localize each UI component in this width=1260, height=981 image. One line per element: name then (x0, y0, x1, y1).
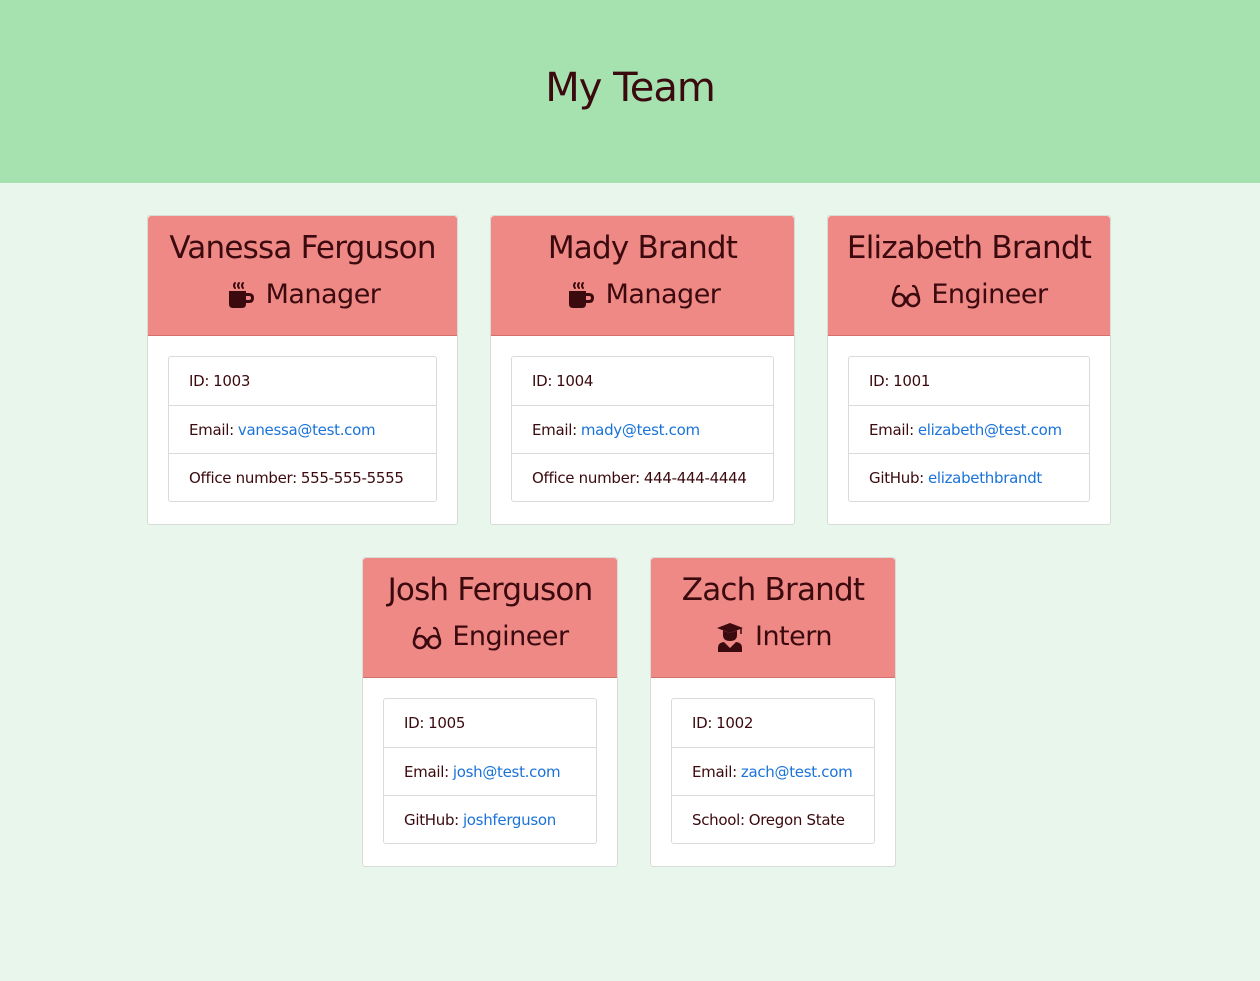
email-link[interactable]: elizabeth@test.com (918, 421, 1062, 439)
id-row: ID: 1002 (672, 699, 874, 747)
employee-role: Engineer (363, 619, 617, 655)
id-row: ID: 1005 (384, 699, 596, 747)
office-number-label: Office number: (532, 468, 640, 487)
card-header: Vanessa Ferguson Manager (148, 216, 457, 336)
office-number-label: Office number: (189, 468, 297, 487)
employee-name: Mady Brandt (547, 230, 738, 266)
info-list: ID: 1002 Email: zach@test.com School: Or… (671, 698, 875, 844)
id-value: 1001 (893, 372, 931, 390)
employee-name: Vanessa Ferguson (169, 230, 436, 266)
page-header: My Team (0, 0, 1260, 183)
employee-name: Elizabeth Brandt (846, 230, 1092, 266)
graduate-icon (714, 621, 746, 653)
info-list: ID: 1003 Email: vanessa@test.com Office … (168, 356, 437, 502)
card-body: ID: 1002 Email: zach@test.com School: Or… (651, 678, 895, 864)
email-row: Email: elizabeth@test.com (849, 405, 1089, 453)
email-label: Email: (404, 762, 449, 781)
glasses-icon (411, 621, 443, 653)
mug-icon (225, 279, 257, 311)
role-label: Manager (265, 279, 381, 310)
email-label: Email: (692, 762, 737, 781)
id-label: ID: (404, 714, 425, 732)
employee-card: Vanessa Ferguson Manager ID: 1003 Email:… (147, 215, 458, 525)
office-number-row: Office number: 444-444-4444 (512, 453, 773, 501)
card-header: Josh Ferguson Engineer (363, 558, 617, 678)
email-label: Email: (869, 420, 914, 439)
employee-role: Engineer (828, 277, 1110, 313)
id-value: 1002 (716, 714, 754, 732)
card-body: ID: 1005 Email: josh@test.com GitHub: jo… (363, 678, 617, 864)
role-label: Manager (605, 279, 721, 310)
card-body: ID: 1001 Email: elizabeth@test.com GitHu… (828, 336, 1110, 522)
github-label: GitHub: (404, 810, 459, 829)
office-number-value: 555-555-5555 (300, 468, 404, 487)
github-link[interactable]: joshferguson (463, 811, 556, 829)
mug-icon (565, 279, 597, 311)
employee-card: Josh Ferguson Engineer ID: 1005 Email: j… (362, 557, 618, 867)
employee-role: Manager (491, 277, 794, 313)
github-row: GitHub: joshferguson (384, 795, 596, 843)
github-row: GitHub: elizabethbrandt (849, 453, 1089, 501)
employee-card: Zach Brandt Intern ID: 1002 Email: zach@… (650, 557, 896, 867)
office-number-row: Office number: 555-555-5555 (169, 453, 436, 501)
id-label: ID: (532, 372, 553, 390)
id-label: ID: (869, 372, 890, 390)
page-title: My Team (545, 64, 716, 111)
school-label: School: (692, 810, 745, 829)
info-list: ID: 1005 Email: josh@test.com GitHub: jo… (383, 698, 597, 844)
email-label: Email: (189, 420, 234, 439)
role-label: Engineer (452, 621, 569, 652)
email-row: Email: mady@test.com (512, 405, 773, 453)
email-row: Email: vanessa@test.com (169, 405, 436, 453)
github-label: GitHub: (869, 468, 924, 487)
email-label: Email: (532, 420, 577, 439)
glasses-icon (890, 279, 922, 311)
email-link[interactable]: mady@test.com (581, 421, 700, 439)
email-row: Email: zach@test.com (672, 747, 874, 795)
card-body: ID: 1004 Email: mady@test.com Office num… (491, 336, 794, 522)
employee-card: Elizabeth Brandt Engineer ID: 1001 Email… (827, 215, 1111, 525)
school-row: School: Oregon State (672, 795, 874, 843)
id-value: 1004 (556, 372, 594, 390)
info-list: ID: 1004 Email: mady@test.com Office num… (511, 356, 774, 502)
employee-role: Intern (651, 619, 895, 655)
email-link[interactable]: vanessa@test.com (238, 421, 376, 439)
card-header: Zach Brandt Intern (651, 558, 895, 678)
office-number-value: 444-444-4444 (643, 468, 747, 487)
role-label: Intern (754, 621, 833, 652)
card-header: Elizabeth Brandt Engineer (828, 216, 1110, 336)
id-value: 1005 (428, 714, 466, 732)
school-value: Oregon State (748, 810, 845, 829)
id-row: ID: 1003 (169, 357, 436, 405)
id-label: ID: (189, 372, 210, 390)
employee-name: Josh Ferguson (387, 572, 594, 608)
card-header: Mady Brandt Manager (491, 216, 794, 336)
employee-name: Zach Brandt (681, 572, 865, 608)
card-body: ID: 1003 Email: vanessa@test.com Office … (148, 336, 457, 522)
email-link[interactable]: josh@test.com (453, 763, 561, 781)
id-row: ID: 1001 (849, 357, 1089, 405)
info-list: ID: 1001 Email: elizabeth@test.com GitHu… (848, 356, 1090, 502)
email-link[interactable]: zach@test.com (741, 763, 853, 781)
employee-card: Mady Brandt Manager ID: 1004 Email: mady… (490, 215, 795, 525)
id-row: ID: 1004 (512, 357, 773, 405)
role-label: Engineer (931, 279, 1048, 310)
email-row: Email: josh@test.com (384, 747, 596, 795)
id-label: ID: (692, 714, 713, 732)
employee-role: Manager (148, 277, 457, 313)
github-link[interactable]: elizabethbrandt (928, 469, 1042, 487)
id-value: 1003 (213, 372, 251, 390)
